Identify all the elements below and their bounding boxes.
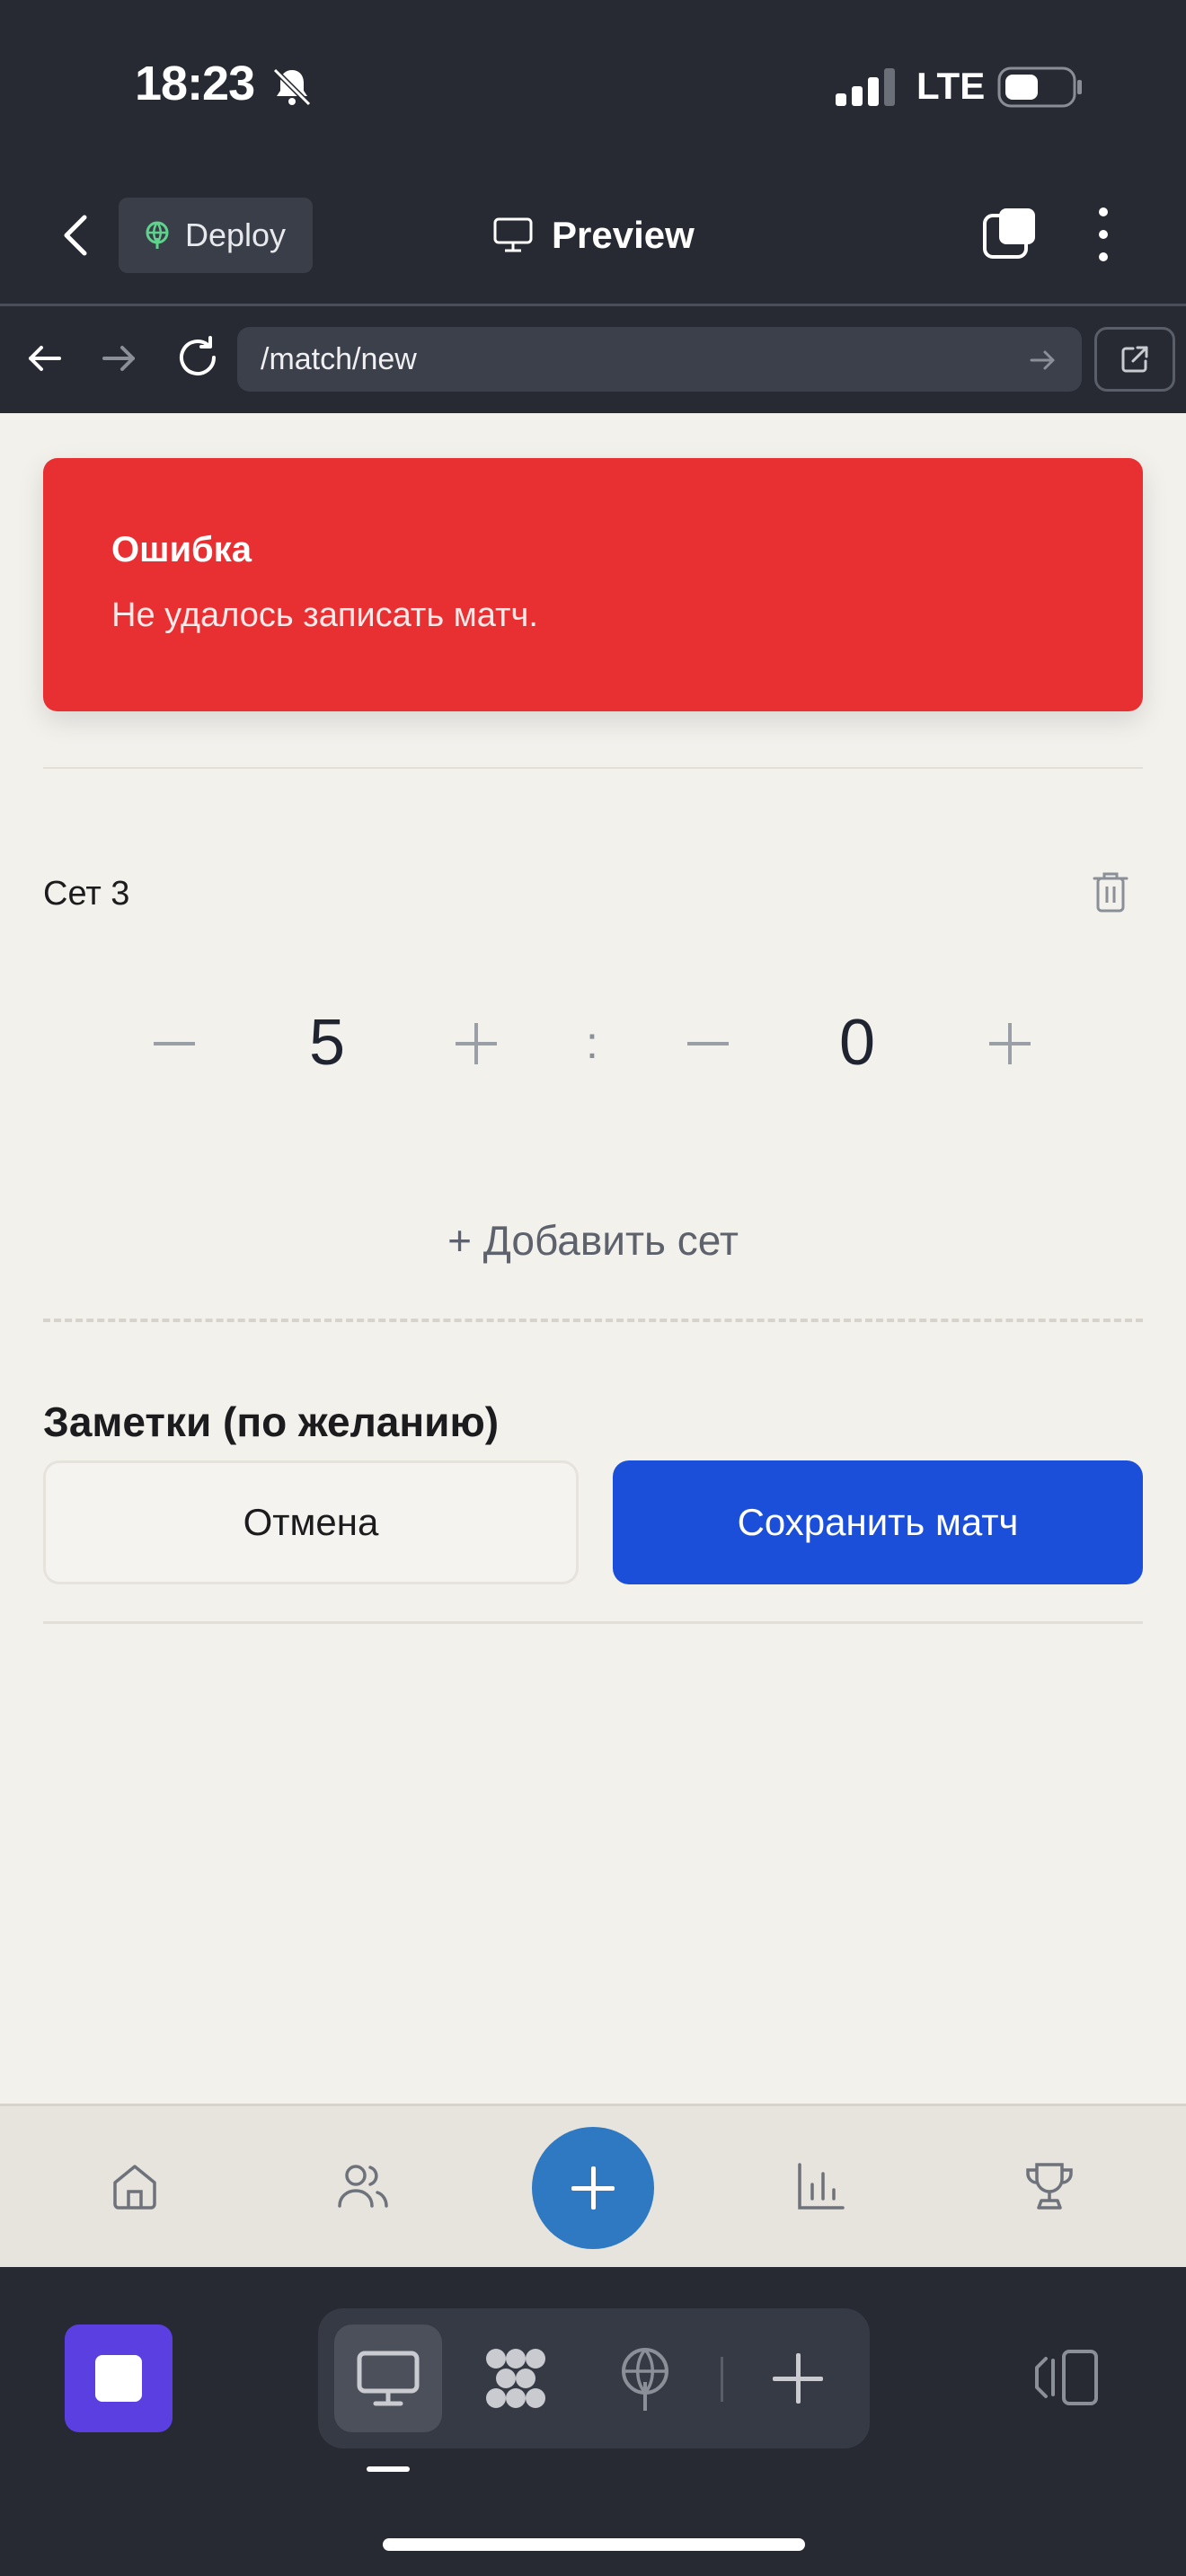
status-time: 18:23: [135, 57, 255, 110]
monitor-icon: [493, 217, 533, 252]
desktop-icon[interactable]: [352, 2342, 424, 2414]
external-link-icon: [1121, 346, 1148, 373]
left-plus-button[interactable]: [440, 1008, 512, 1080]
add-icon: [571, 2166, 615, 2210]
arrow-right-icon[interactable]: [97, 336, 142, 381]
dashed-divider: [43, 1319, 1143, 1322]
preview-label: Preview: [552, 214, 695, 256]
right-minus-button[interactable]: [672, 1008, 744, 1080]
bell-muted-icon: [272, 67, 312, 107]
signal-icon: [836, 68, 895, 106]
reload-icon[interactable]: [173, 332, 223, 383]
app-stop-button[interactable]: [65, 2325, 173, 2432]
bar-chart-icon[interactable]: [794, 2159, 848, 2213]
open-external-button[interactable]: [1094, 327, 1175, 392]
tool-separator: [721, 2357, 723, 2402]
notes-title: Заметки (по желанию): [43, 1398, 500, 1445]
add-fab-button[interactable]: [532, 2127, 654, 2249]
arrow-left-icon[interactable]: [22, 336, 66, 381]
set-divider: [43, 767, 1143, 769]
deploy-button[interactable]: Deploy: [119, 198, 313, 273]
toolbar-divider: [0, 304, 1186, 306]
home-indicator: [383, 2538, 805, 2551]
web-content: Ошибка Не удалось записать матч. Сет 3 5…: [0, 413, 1186, 2104]
toast-message: Не удалось записать матч.: [111, 596, 538, 634]
set-label: Сет 3: [43, 875, 130, 913]
minus-icon: [154, 1042, 195, 1045]
url-input[interactable]: /match/new: [237, 327, 1082, 392]
active-tool-indicator: [367, 2466, 410, 2472]
cancel-button[interactable]: Отмена: [43, 1460, 579, 1584]
save-match-button[interactable]: Сохранить матч: [613, 1460, 1143, 1584]
minus-icon: [687, 1042, 729, 1045]
more-vertical-icon[interactable]: [1085, 203, 1121, 266]
score-separator: :: [586, 1018, 598, 1068]
network-label: LTE: [916, 65, 986, 107]
deploy-globe-icon: [146, 221, 169, 249]
right-plus-button[interactable]: [974, 1008, 1046, 1080]
plus-icon: [989, 1023, 1031, 1064]
battery-icon: [997, 66, 1082, 108]
add-set-button[interactable]: + Добавить сет: [0, 1216, 1186, 1265]
right-score[interactable]: 0: [803, 1006, 911, 1080]
home-icon[interactable]: [108, 2159, 162, 2213]
tabs-icon[interactable]: [981, 205, 1039, 262]
trophy-icon[interactable]: [1022, 2159, 1076, 2213]
error-toast[interactable]: [43, 458, 1143, 711]
plus-icon[interactable]: [762, 2342, 834, 2414]
plus-icon: [456, 1023, 497, 1064]
deploy-icon[interactable]: [609, 2342, 681, 2414]
preview-title: Preview: [492, 208, 695, 262]
deploy-label: Deploy: [185, 216, 287, 253]
left-score[interactable]: 5: [273, 1006, 381, 1080]
toast-title: Ошибка: [111, 530, 252, 569]
go-arrow-icon[interactable]: [1028, 345, 1058, 375]
back-chevron-icon[interactable]: [54, 208, 99, 262]
trash-icon[interactable]: [1091, 869, 1130, 914]
url-text: /match/new: [261, 341, 417, 376]
stop-square-icon: [95, 2355, 142, 2402]
left-minus-button[interactable]: [138, 1008, 210, 1080]
agents-icon[interactable]: [480, 2342, 552, 2414]
split-view-icon[interactable]: [1033, 2346, 1102, 2409]
users-icon[interactable]: [336, 2159, 390, 2213]
